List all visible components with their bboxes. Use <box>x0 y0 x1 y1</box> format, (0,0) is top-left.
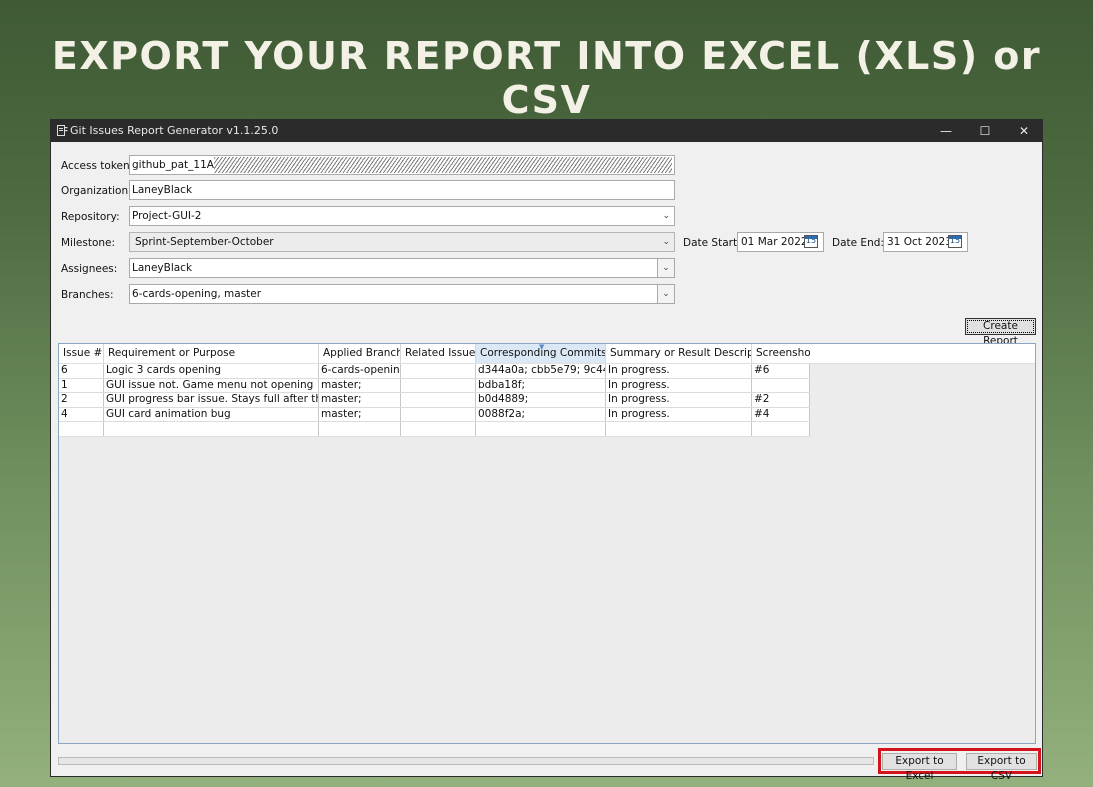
column-header[interactable]: Applied Branch <box>319 344 401 363</box>
table-cell[interactable]: #4 <box>752 407 810 421</box>
organization-value: LaneyBlack <box>132 184 193 196</box>
window-title: Git Issues Report Generator v1.1.25.0 <box>70 124 279 137</box>
table-cell[interactable]: 4 <box>59 407 104 421</box>
table-cell[interactable]: GUI card animation bug <box>104 407 319 421</box>
table-cell[interactable] <box>606 422 752 436</box>
table-cell[interactable] <box>401 407 476 421</box>
table-cell[interactable]: GUI progress bar issue. Stays full after… <box>104 393 319 407</box>
assignees-label: Assignees: <box>61 263 118 275</box>
milestone-label: Milestone: <box>61 237 116 249</box>
title-bar: Git Issues Report Generator v1.1.25.0 — … <box>51 120 1042 142</box>
table-header: Issue # Requirement or Purpose Applied B… <box>59 343 1035 364</box>
table-cell[interactable] <box>319 422 401 436</box>
table-cell[interactable] <box>401 364 476 378</box>
progress-bar <box>58 757 874 765</box>
column-header[interactable]: Screenshot <box>752 344 810 363</box>
close-icon[interactable]: ✕ <box>1005 120 1043 142</box>
date-end-value: 31 Oct 2023 <box>887 236 952 248</box>
assignees-dropdown-icon[interactable]: ⌄ <box>657 259 674 277</box>
table-row[interactable]: 1 GUI issue not. Game menu not opening mas… <box>59 378 810 393</box>
minimize-icon[interactable]: — <box>927 120 965 142</box>
table-cell[interactable]: master; <box>319 393 401 407</box>
table-cell[interactable]: d344a0a; cbb5e79; 9c44c0a; <box>476 364 606 378</box>
milestone-select[interactable]: Sprint-September-October ⌄ <box>129 232 675 252</box>
table-cell[interactable]: In progress. <box>606 407 752 421</box>
branches-select[interactable]: 6-cards-opening, master ⌄ <box>129 284 675 304</box>
date-end-picker[interactable]: 31 Oct 2023 15 <box>883 232 968 252</box>
table-cell[interactable]: bdba18f; <box>476 378 606 392</box>
table-row[interactable]: 4 GUI card animation bug master; 0088f2a; In… <box>59 407 810 422</box>
report-table[interactable]: Issue # Requirement or Purpose Applied B… <box>58 343 1036 744</box>
repository-label: Repository: <box>61 211 120 223</box>
access-token-label: Access token: <box>61 160 134 172</box>
column-header[interactable]: Issue # <box>59 344 104 363</box>
repository-value: Project-GUI-2 <box>132 210 202 222</box>
export-excel-button[interactable]: Export to Excel <box>882 753 957 782</box>
table-cell[interactable] <box>59 422 104 436</box>
table-cell[interactable]: In progress. <box>606 378 752 392</box>
table-row[interactable]: 6Logic 3 cards opening6-cards-opening; d3… <box>59 364 810 379</box>
table-cell[interactable]: 2 <box>59 393 104 407</box>
table-cell[interactable]: 1 <box>59 378 104 392</box>
assignees-value: LaneyBlack <box>132 262 193 274</box>
repository-select[interactable]: Project-GUI-2 ⌄ <box>129 206 675 226</box>
token-mask <box>214 157 672 173</box>
table-cell[interactable]: In progress. <box>606 393 752 407</box>
table-cell[interactable] <box>104 422 319 436</box>
app-icon <box>57 125 68 136</box>
table-cell[interactable]: b0d4889; <box>476 393 606 407</box>
column-header[interactable]: Summary or Result Description <box>606 344 752 363</box>
calendar-icon[interactable]: 15 <box>804 235 818 248</box>
date-start-label: Date Start: <box>683 237 741 249</box>
access-token-field[interactable]: github_pat_11AKR <box>129 155 675 175</box>
table-cell[interactable]: #2 <box>752 393 810 407</box>
branches-value: 6-cards-opening, master <box>132 288 262 300</box>
calendar-icon[interactable]: 15 <box>948 235 962 248</box>
table-cell[interactable] <box>401 378 476 392</box>
table-row[interactable]: 2 GUI progress bar issue. Stays full afte… <box>59 393 810 408</box>
sort-arrow-icon: ▼ <box>539 343 545 351</box>
chevron-down-icon: ⌄ <box>662 237 670 247</box>
chevron-down-icon: ⌄ <box>662 211 670 221</box>
table-cell[interactable]: 6 <box>59 364 104 378</box>
headline: EXPORT YOUR REPORT INTO EXCEL (XLS) or C… <box>51 34 1042 122</box>
column-header[interactable]: Requirement or Purpose <box>104 344 319 363</box>
table-cell[interactable] <box>752 422 810 436</box>
create-report-button[interactable]: Create Report <box>965 318 1036 347</box>
table-cell[interactable]: master; <box>319 378 401 392</box>
table-cell[interactable]: 6-cards-opening; <box>319 364 401 378</box>
table-cell[interactable] <box>401 393 476 407</box>
table-cell[interactable] <box>401 422 476 436</box>
date-end-label: Date End: <box>832 237 884 249</box>
milestone-value: Sprint-September-October <box>135 236 274 248</box>
table-cell[interactable]: GUI issue not. Game menu not opening <box>104 378 319 392</box>
table-cell[interactable]: master; <box>319 407 401 421</box>
branches-label: Branches: <box>61 289 114 301</box>
table-cell[interactable]: 0088f2a; <box>476 407 606 421</box>
table-cell[interactable] <box>476 422 606 436</box>
table-cell[interactable] <box>752 378 810 392</box>
app-window: Git Issues Report Generator v1.1.25.0 — … <box>50 119 1043 782</box>
date-start-picker[interactable]: 01 Mar 2022 15 <box>737 232 824 252</box>
table-cell[interactable]: #6 <box>752 364 810 378</box>
export-csv-button[interactable]: Export to CSV <box>966 753 1037 782</box>
organization-field[interactable]: LaneyBlack <box>129 180 675 200</box>
column-header[interactable]: Related Issue # <box>401 344 476 363</box>
table-body: 6Logic 3 cards opening6-cards-opening; d3… <box>59 364 810 437</box>
maximize-icon[interactable]: ☐ <box>966 120 1004 142</box>
date-start-value: 01 Mar 2022 <box>741 236 808 248</box>
table-cell[interactable]: Logic 3 cards opening <box>104 364 319 378</box>
branches-dropdown-icon[interactable]: ⌄ <box>657 285 674 303</box>
table-row[interactable] <box>59 422 810 437</box>
assignees-select[interactable]: LaneyBlack ⌄ <box>129 258 675 278</box>
organization-label: Organization: <box>61 185 132 197</box>
table-cell[interactable]: In progress. <box>606 364 752 378</box>
